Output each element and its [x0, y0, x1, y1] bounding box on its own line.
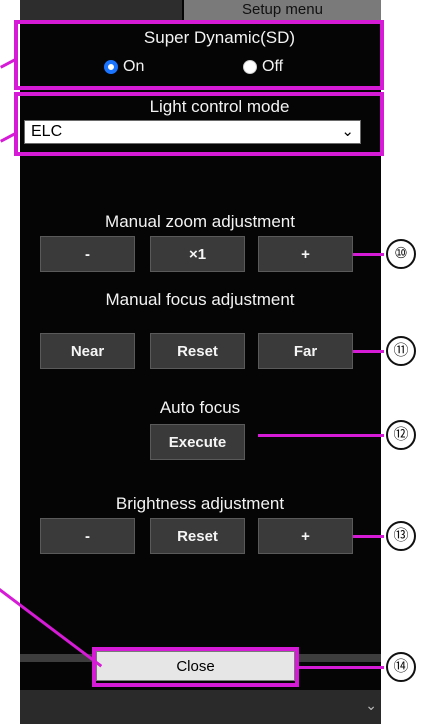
- focus-callout: ⑪: [386, 336, 416, 366]
- close-button[interactable]: Close: [96, 651, 295, 681]
- setup-menu-tab[interactable]: Setup menu: [184, 0, 381, 22]
- radio-off-icon[interactable]: [243, 60, 257, 74]
- brightness-plus-button[interactable]: +: [258, 518, 353, 554]
- auto-focus-callout-line: [258, 434, 384, 437]
- focus-callout-line: [353, 350, 384, 353]
- close-callout-line: [299, 666, 384, 669]
- zoom-callout: ⑩: [386, 239, 416, 269]
- zoom-x1-button[interactable]: ×1: [150, 236, 245, 272]
- auto-focus-callout: ⑫: [386, 420, 416, 450]
- super-dynamic-on-label: On: [123, 58, 145, 75]
- light-control-select[interactable]: ELC ⌄: [24, 120, 361, 144]
- super-dynamic-on-option[interactable]: On: [104, 57, 144, 77]
- zoom-minus-button[interactable]: -: [40, 236, 135, 272]
- light-control-title: Light control mode: [149, 97, 290, 116]
- super-dynamic-off-option[interactable]: Off: [243, 57, 283, 77]
- focus-reset-button[interactable]: Reset: [150, 333, 245, 369]
- brightness-callout: ⑬: [386, 521, 416, 551]
- brightness-callout-line: [353, 535, 384, 538]
- brightness-reset-button[interactable]: Reset: [150, 518, 245, 554]
- bottom-select[interactable]: ⌄: [20, 690, 381, 724]
- auto-focus-execute-button[interactable]: Execute: [150, 424, 245, 460]
- focus-title: Manual focus adjustment: [105, 290, 295, 309]
- zoom-callout-line: [353, 253, 384, 256]
- chevron-down-icon: ⌄: [365, 697, 377, 713]
- brightness-title: Brightness adjustment: [115, 494, 285, 513]
- top-tab-left: [20, 0, 182, 22]
- close-callout: ⑭: [386, 652, 416, 682]
- zoom-plus-button[interactable]: +: [258, 236, 353, 272]
- chevron-down-icon: ⌄: [341, 123, 354, 140]
- zoom-title: Manual zoom adjustment: [105, 212, 295, 231]
- light-control-value: ELC: [31, 123, 63, 140]
- super-dynamic-off-label: Off: [262, 58, 284, 75]
- radio-on-icon[interactable]: [104, 60, 118, 74]
- brightness-minus-button[interactable]: -: [40, 518, 135, 554]
- super-dynamic-title: Super Dynamic(SD): [143, 28, 296, 47]
- focus-far-button[interactable]: Far: [258, 333, 353, 369]
- auto-focus-title: Auto focus: [159, 398, 241, 417]
- focus-near-button[interactable]: Near: [40, 333, 135, 369]
